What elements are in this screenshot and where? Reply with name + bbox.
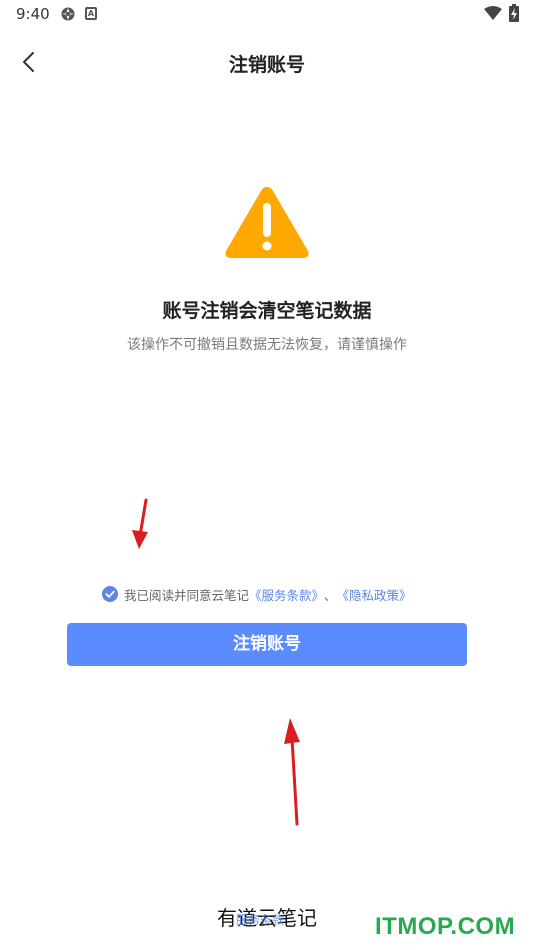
battery-charging-icon bbox=[509, 4, 519, 22]
annotation-arrow-icon bbox=[284, 718, 300, 826]
status-bar: 9:40 A bbox=[0, 0, 534, 28]
watermark: ITMOP.COM bbox=[375, 913, 516, 940]
app-notification-icon: A bbox=[85, 7, 97, 20]
status-time: 9:40 bbox=[16, 5, 50, 23]
settings-gear-icon bbox=[61, 7, 75, 21]
wifi-icon bbox=[484, 6, 502, 20]
privacy-link[interactable]: 《隐私政策》 bbox=[337, 585, 412, 604]
page-title: 注销账号 bbox=[228, 54, 305, 76]
terms-link[interactable]: 《服务条款》 bbox=[249, 585, 324, 604]
app-name-overlay: 服务条款 bbox=[236, 913, 285, 927]
warning-title: 账号注销会清空笔记数据 bbox=[162, 300, 372, 322]
cancel-account-button[interactable]: 注销账号 bbox=[67, 623, 467, 666]
agreement-separator: 、 bbox=[324, 587, 337, 603]
agreement-text: 我已阅读并同意云笔记 bbox=[124, 587, 250, 603]
agreement-row: 我已阅读并同意云笔记 《服务条款》 、 《隐私政策》 bbox=[102, 585, 412, 603]
warning-triangle-icon bbox=[225, 187, 309, 258]
checkbox-checked-icon[interactable] bbox=[102, 586, 118, 602]
warning-subtitle: 该操作不可撤销且数据无法恢复，请谨慎操作 bbox=[127, 337, 407, 353]
annotation-arrow-icon bbox=[132, 498, 148, 549]
nav-bar: 注销账号 bbox=[0, 36, 534, 88]
